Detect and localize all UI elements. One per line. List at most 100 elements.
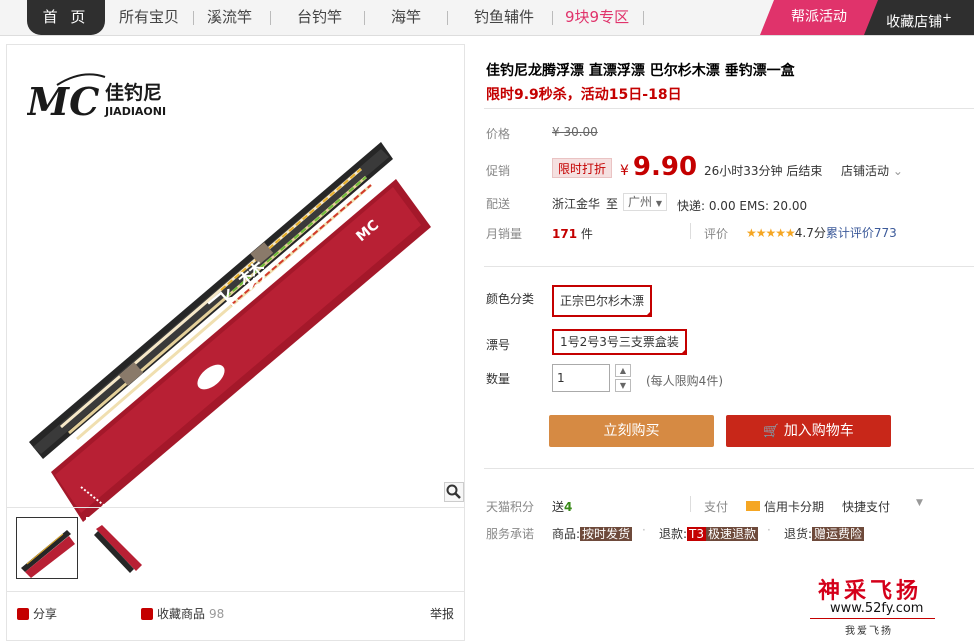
quantity-input[interactable]: 1 xyxy=(552,364,610,392)
nav-separator xyxy=(270,11,271,25)
color-label: 颜色分类 xyxy=(486,292,535,306)
favorite-label: 收藏商品 xyxy=(157,607,206,621)
triangle-down-icon: ▼ xyxy=(655,199,662,208)
favorite-product-button[interactable]: 收藏商品 98 xyxy=(141,605,224,622)
original-price: ¥ 30.00 xyxy=(552,125,598,139)
dot-separator: · xyxy=(642,523,646,537)
current-price: ¥9.90 xyxy=(620,152,697,182)
divider xyxy=(484,108,974,109)
nav-separator xyxy=(552,11,553,25)
nav-item-all-products[interactable]: 所有宝贝 xyxy=(119,0,179,35)
nav-separator xyxy=(447,11,448,25)
nav-separator xyxy=(193,11,194,25)
credit-card-icon xyxy=(746,501,760,511)
nav-item-stream-rods[interactable]: 溪流竿 xyxy=(207,0,252,35)
promo-tag: 限时打折 xyxy=(552,158,613,178)
favorite-count: 98 xyxy=(209,606,225,621)
price-label: 价格 xyxy=(486,127,511,141)
return-label: 退货: xyxy=(784,527,813,541)
thumbnail-2[interactable] xyxy=(86,517,148,579)
goods-label: 商品: xyxy=(552,527,581,541)
divider xyxy=(484,468,974,469)
purchase-limit: (每人限购4件) xyxy=(646,374,723,388)
points: 送4 xyxy=(552,498,572,515)
promo-label: 促销 xyxy=(486,164,511,178)
refund-badge: 极速退款 xyxy=(706,527,759,541)
credit-installment[interactable]: 信用卡分期 xyxy=(746,498,824,515)
product-title: 佳钓尼龙腾浮漂 直漂浮漂 巴尔杉木漂 垂钓漂一盒 xyxy=(486,63,795,79)
shop-nav-bar: 首 页 所有宝贝 溪流竿 台钓竿 海竿 钓鱼辅件 9块9专区 帮派活动 收藏店铺… xyxy=(0,0,974,36)
points-label: 天猫积分 xyxy=(486,500,535,514)
delivery-from: 浙江金华 xyxy=(552,197,601,211)
magnifier-icon xyxy=(446,484,461,499)
thumbnail-image xyxy=(21,530,75,578)
divider xyxy=(7,507,464,508)
watermark-slogan: 我爱飞扬 xyxy=(845,626,893,637)
sku-color-option[interactable]: 正宗巴尔杉木漂 xyxy=(552,285,653,317)
nav-item-sea-rods[interactable]: 海竿 xyxy=(391,0,421,35)
rating-score: 4.7分 xyxy=(794,226,826,240)
nav-item-accessories[interactable]: 钓鱼辅件 xyxy=(474,0,534,35)
share-button[interactable]: 分享 xyxy=(17,605,57,622)
thumbnail-image xyxy=(94,525,142,573)
zoom-button[interactable] xyxy=(444,482,464,502)
divider xyxy=(690,496,691,512)
monthly-sales-label: 月销量 xyxy=(486,227,523,241)
service-promise-label: 服务承诺 xyxy=(486,527,535,541)
refund-t3-badge: T3 xyxy=(687,527,707,541)
product-main-image: 飞 梦 MC xyxy=(29,142,431,522)
dot-separator: · xyxy=(767,523,771,537)
add-to-cart-label: 加入购物车 xyxy=(783,423,854,439)
watermark-url: www.52fy.com xyxy=(830,601,924,616)
rating-label: 评价 xyxy=(704,227,729,241)
nav-separator xyxy=(643,11,644,25)
shop-activity-dropdown[interactable]: 店铺活动 ⌄ xyxy=(841,162,903,179)
favorite-shop-label: 收藏店铺 xyxy=(886,14,943,31)
divider xyxy=(484,266,974,267)
refund-label: 退款: xyxy=(659,527,688,541)
report-link[interactable]: 举报 xyxy=(430,605,454,622)
delivery-label: 配送 xyxy=(486,197,511,211)
monthly-sales: 171 件 xyxy=(552,225,593,242)
quick-pay[interactable]: 快捷支付 xyxy=(842,498,890,515)
plus-icon: + xyxy=(942,10,952,24)
product-subtitle: 限时9.9秒杀，活动15日-18日 xyxy=(486,87,682,103)
nav-item-9-9-zone[interactable]: 9块9专区 xyxy=(565,0,629,35)
monthly-sales-unit: 件 xyxy=(580,227,593,241)
nav-item-taiwan-rods[interactable]: 台钓竿 xyxy=(297,0,342,35)
credit-label: 信用卡分期 xyxy=(764,500,825,514)
share-label: 分享 xyxy=(33,607,58,621)
review-count: 累计评价773 xyxy=(825,226,897,240)
city-select[interactable]: 广州 ▼ xyxy=(623,193,667,211)
rating[interactable]: ★★★★★4.7分累计评价773 xyxy=(746,224,897,241)
heart-icon xyxy=(141,607,153,620)
nav-promo-button[interactable]: 帮派活动 xyxy=(760,0,878,35)
favorite-shop-button[interactable]: 收藏店铺+ xyxy=(864,0,974,35)
quantity-up-button[interactable]: ▲ xyxy=(615,364,631,377)
service-refund: 退款: T3 极速退款 xyxy=(659,525,759,542)
current-price-value: 9.90 xyxy=(632,152,698,182)
add-to-cart-button[interactable]: 🛒 加入购物车 xyxy=(726,415,891,447)
cart-icon: 🛒 xyxy=(763,424,780,439)
star-rating-icon: ★★★★★ xyxy=(746,226,796,240)
goods-badge: 按时发货 xyxy=(580,527,633,541)
service-return: 退货: 赠运费险 xyxy=(784,525,865,542)
points-value: 4 xyxy=(564,500,573,514)
float-label: 漂号 xyxy=(486,338,511,352)
quantity-down-button[interactable]: ▼ xyxy=(615,379,631,392)
thumbnail-1[interactable] xyxy=(16,517,78,579)
caret-down-icon[interactable]: ▼ xyxy=(916,498,923,508)
product-details: 佳钓尼龙腾浮漂 直漂浮漂 巴尔杉木漂 垂钓漂一盒 限时9.9秒杀，活动15日-1… xyxy=(470,44,974,641)
buy-now-button[interactable]: 立刻购买 xyxy=(549,415,714,447)
city-value: 广州 xyxy=(628,195,653,209)
product-gallery: MC 佳钓尼 JIADIAONI 飞 梦 MC 分享 收藏商品 98 举报 xyxy=(6,44,465,641)
nav-separator xyxy=(364,11,365,25)
delivery-to-word: 至 xyxy=(606,197,619,211)
shipping-fees: 快递: 0.00 EMS: 20.00 xyxy=(677,199,808,213)
divider xyxy=(7,591,464,592)
quantity-label: 数量 xyxy=(486,372,511,386)
watermark-line xyxy=(810,618,935,619)
return-badge: 赠运费险 xyxy=(812,527,865,541)
sku-float-option[interactable]: 1号2号3号三支票盒装 xyxy=(552,329,687,355)
nav-home[interactable]: 首 页 xyxy=(27,0,105,35)
